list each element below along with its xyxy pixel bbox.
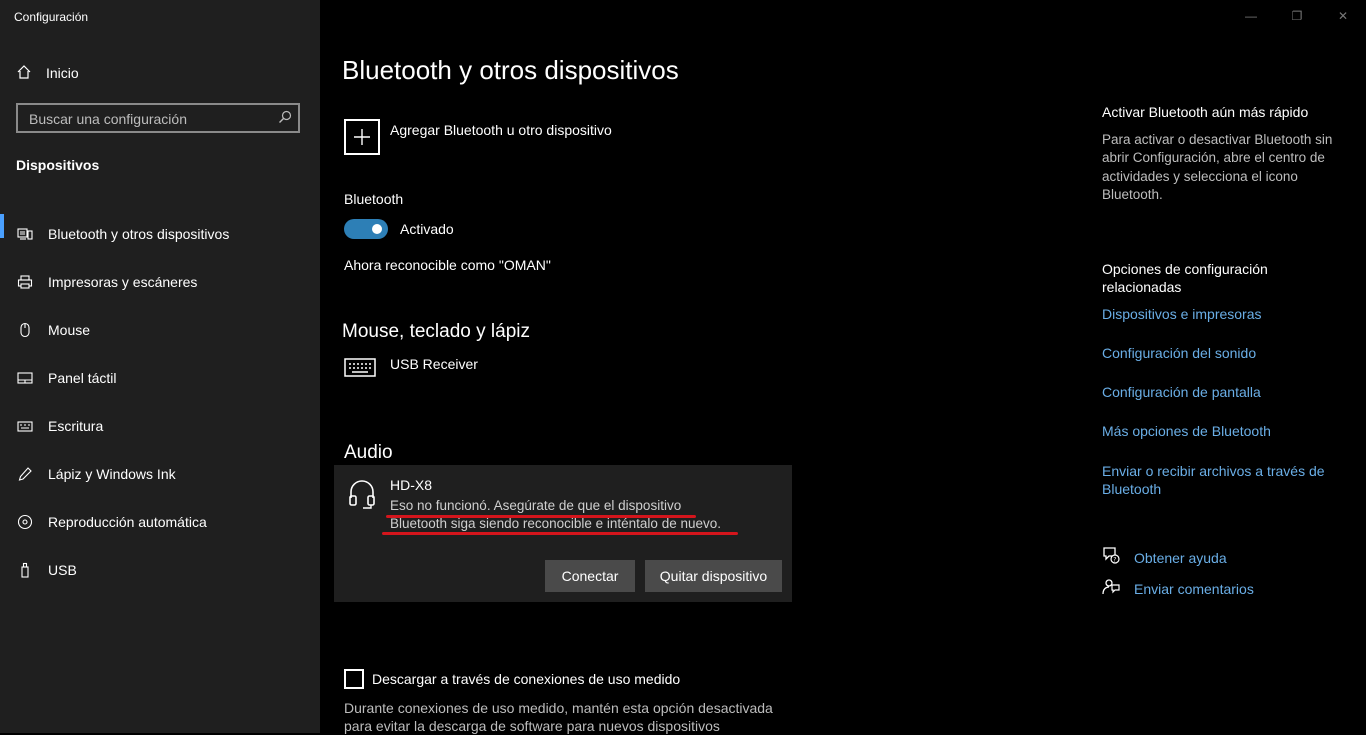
search-box[interactable] (16, 103, 300, 133)
touchpad-icon (17, 370, 33, 386)
sidebar-item-label: Escritura (48, 418, 104, 434)
sidebar-item-label: Panel táctil (48, 370, 117, 386)
sidebar-item-printers[interactable]: Impresoras y escáneres (0, 258, 320, 306)
mouse-icon (17, 322, 33, 338)
help-label: Obtener ayuda (1134, 549, 1227, 566)
help-icon: ? (1102, 546, 1120, 569)
search-icon[interactable] (278, 110, 292, 129)
sidebar-item-bluetooth[interactable]: Bluetooth y otros dispositivos (0, 210, 320, 258)
feedback-icon (1102, 577, 1120, 600)
bluetooth-label: Bluetooth (344, 191, 404, 207)
home-icon (16, 64, 32, 83)
link-display-settings[interactable]: Configuración de pantalla (1102, 383, 1261, 401)
keyboard-device-icon (344, 356, 376, 383)
feedback-label: Enviar comentarios (1134, 580, 1254, 597)
add-device-button[interactable]: Agregar Bluetooth u otro dispositivo (344, 119, 612, 155)
sidebar-item-typing[interactable]: Escritura (0, 402, 320, 450)
usb-icon (17, 562, 33, 578)
bluetooth-toggle[interactable] (344, 219, 388, 239)
headphones-icon (348, 478, 376, 515)
checkbox-label: Descargar a través de conexiones de uso … (372, 671, 681, 687)
sidebar-item-pen[interactable]: Lápiz y Windows Ink (0, 450, 320, 498)
bluetooth-state: Activado (400, 221, 454, 237)
tip-body: Para activar o desactivar Bluetooth sin … (1102, 132, 1333, 202)
maximize-button[interactable]: ❐ (1274, 0, 1320, 32)
device-name: HD-X8 (390, 477, 433, 493)
audio-device-card[interactable]: HD-X8 Eso no funcionó. Asegúrate de que … (334, 465, 792, 602)
close-button[interactable]: ✕ (1320, 0, 1366, 32)
metered-checkbox[interactable] (344, 669, 364, 689)
sidebar-item-label: Bluetooth y otros dispositivos (48, 226, 230, 242)
device-name: USB Receiver (390, 356, 478, 372)
pen-icon (17, 466, 33, 482)
red-underline (386, 515, 696, 518)
sidebar: Configuración Inicio Dispositivos Blueto… (0, 0, 320, 733)
link-devices-printers[interactable]: Dispositivos e impresoras (1102, 305, 1262, 323)
sidebar-item-label: USB (48, 562, 77, 578)
sidebar-nav: Bluetooth y otros dispositivos Impresora… (0, 210, 320, 594)
sidebar-item-label: Mouse (48, 322, 91, 338)
main-content: — ❐ ✕ Bluetooth y otros dispositivos Agr… (320, 0, 1366, 734)
sidebar-item-label: Lápiz y Windows Ink (48, 466, 176, 482)
keyboard-icon (17, 418, 33, 434)
section-heading: Dispositivos (16, 157, 100, 173)
sidebar-item-label: Reproducción automática (48, 514, 207, 530)
minimize-button[interactable]: — (1228, 0, 1274, 32)
printer-icon (17, 274, 33, 290)
audio-section-title: Audio (344, 442, 393, 463)
bluetooth-devices-icon (17, 226, 33, 242)
feedback-link[interactable]: Enviar comentarios (1102, 577, 1254, 600)
toggle-knob (372, 224, 382, 234)
search-input[interactable] (27, 108, 271, 130)
window-controls: — ❐ ✕ (1228, 0, 1366, 32)
plus-icon (344, 119, 380, 155)
discoverable-text: Ahora reconocible como "OMAN" (344, 257, 551, 273)
svg-text:?: ? (1113, 557, 1116, 564)
red-underline (382, 532, 738, 535)
sidebar-item-autoplay[interactable]: Reproducción automática (0, 498, 320, 546)
sidebar-item-mouse[interactable]: Mouse (0, 306, 320, 354)
sidebar-item-touchpad[interactable]: Panel táctil (0, 354, 320, 402)
add-device-label: Agregar Bluetooth u otro dispositivo (390, 122, 612, 138)
app-title: Configuración (14, 10, 89, 24)
metered-download-option[interactable]: Descargar a través de conexiones de uso … (344, 669, 680, 689)
connect-button[interactable]: Conectar (545, 560, 635, 592)
metered-description: Durante conexiones de uso medido, mantén… (344, 700, 773, 734)
get-help-link[interactable]: ? Obtener ayuda (1102, 546, 1227, 569)
sidebar-item-usb[interactable]: USB (0, 546, 320, 594)
related-settings-title: Opciones de configuración relacionadas (1102, 261, 1268, 295)
sidebar-item-home[interactable]: Inicio (16, 62, 79, 84)
autoplay-icon (17, 514, 33, 530)
tip-title: Activar Bluetooth aún más rápido (1102, 104, 1309, 120)
error-line: Eso no funcionó. Asegúrate de que el dis… (390, 498, 682, 513)
page-title: Bluetooth y otros dispositivos (342, 55, 679, 85)
sidebar-item-label: Impresoras y escáneres (48, 274, 198, 290)
remove-device-button[interactable]: Quitar dispositivo (645, 560, 782, 592)
link-more-bluetooth[interactable]: Más opciones de Bluetooth (1102, 422, 1271, 440)
link-send-receive-files[interactable]: Enviar o recibir archivos a través de Bl… (1102, 462, 1337, 498)
sidebar-item-label: Inicio (46, 65, 79, 81)
usb-receiver-device[interactable]: USB Receiver (344, 356, 478, 383)
mouse-section-title: Mouse, teclado y lápiz (342, 321, 530, 342)
link-sound-settings[interactable]: Configuración del sonido (1102, 344, 1256, 362)
